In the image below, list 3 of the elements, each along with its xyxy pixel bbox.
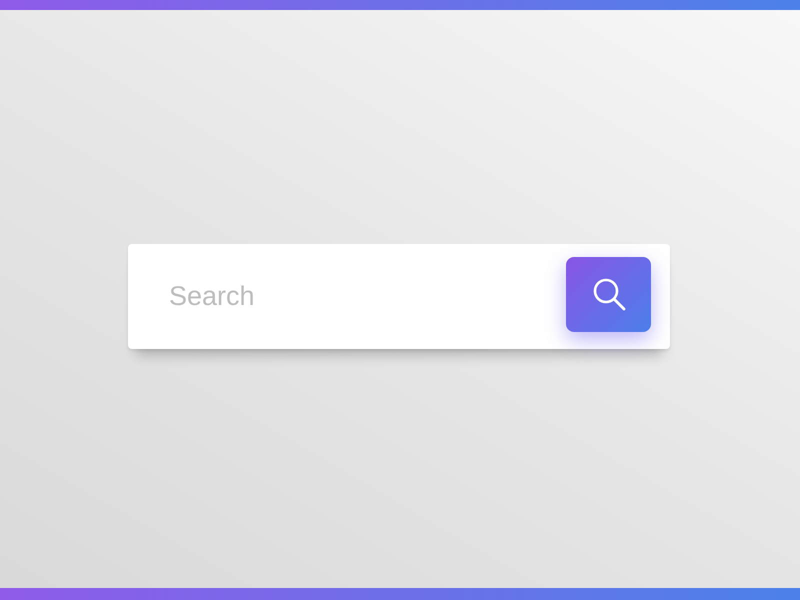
search-field[interactable]: Search [169, 280, 566, 312]
search-icon [590, 276, 626, 312]
search-button[interactable] [566, 256, 651, 332]
